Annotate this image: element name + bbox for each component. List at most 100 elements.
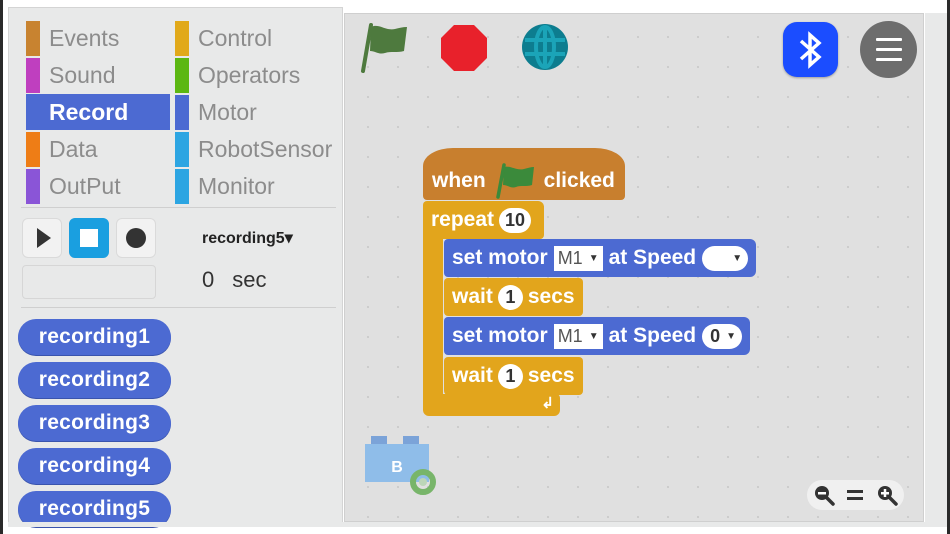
stop-sign-icon [441,25,487,71]
recording-name-input[interactable] [22,265,156,299]
block-palette: Events Sound Record Data OutPut Control … [8,7,343,527]
sprite-letter: B [391,459,403,476]
category-label: Monitor [198,172,275,199]
dropdown-arrow-icon: ▼ [726,330,737,342]
window-frame-left [0,0,3,534]
speed-label: at Speed [608,324,697,347]
unit-label: secs [527,285,575,308]
menu-bar [875,58,902,61]
category-monitor[interactable]: Monitor [175,168,275,204]
robot-sprite[interactable]: B [363,436,443,503]
record-button[interactable] [116,218,156,258]
set-motor-speed-block[interactable]: set motor M1 ▼ at Speed ▼ [444,239,757,277]
speed-value: 0 [710,325,721,346]
category-control[interactable]: Control [175,20,272,56]
wait-seconds-input[interactable]: 1 [497,363,523,389]
motor-value: M1 [557,325,583,346]
category-label: Motor [198,98,257,125]
category-label: OutPut [49,172,121,199]
block-label: set motor [452,324,548,347]
globe-button[interactable] [521,23,569,76]
wait-block[interactable]: wait 1 secs [444,357,583,395]
speed-dropdown[interactable]: ▼ [702,245,749,271]
repeat-label: repeat [431,208,495,231]
block-label: wait [452,285,493,308]
recording-block[interactable]: recording1 [18,319,171,355]
stop-button[interactable] [439,23,489,78]
script-canvas[interactable]: when clicked repeat 10 ↲ set motor M1 ▼ a… [344,13,924,522]
category-color-swatch [26,168,40,204]
when-flag-clicked-block[interactable]: when clicked [423,148,625,200]
motor-value: M1 [557,247,583,268]
dropdown-arrow-icon: ▼ [588,252,599,264]
motor-dropdown[interactable]: M1 ▼ [553,323,603,349]
category-label: Control [198,24,273,51]
green-flag-icon [495,163,534,199]
green-flag-button[interactable] [359,21,411,80]
category-color-swatch [26,57,40,93]
repeat-block-arm [423,238,443,396]
category-color-swatch [26,131,40,167]
category-events[interactable]: Events [26,20,119,56]
category-robotsensor[interactable]: RobotSensor [175,131,332,167]
right-margin [925,13,947,526]
category-data[interactable]: Data [26,131,98,167]
repeat-block-bottom: ↲ [423,394,560,416]
green-flag-icon [361,23,407,73]
hat-prefix: when [432,169,486,192]
recording-select[interactable]: recording5▾ [202,228,293,248]
category-label: Sound [49,61,116,88]
bluetooth-button[interactable] [783,22,838,77]
stop-button[interactable] [69,218,109,258]
category-color-swatch [175,57,189,93]
repeat-count-input[interactable]: 10 [499,207,532,233]
category-output[interactable]: OutPut [26,168,121,204]
hat-suffix: clicked [543,169,615,192]
globe-icon [522,24,568,70]
repeat-block[interactable]: repeat 10 [423,201,545,239]
category-sound[interactable]: Sound [26,57,116,93]
category-record[interactable]: Record [26,94,170,130]
recording-duration: 0 sec [202,267,267,293]
speed-dropdown[interactable]: 0 ▼ [702,323,743,349]
zoom-reset-button[interactable] [846,488,864,502]
recording-block[interactable]: recording2 [18,362,171,398]
block-label: wait [452,364,493,387]
recording-block[interactable]: recording4 [18,448,171,484]
hamburger-menu-icon [875,38,902,41]
category-color-swatch [26,94,40,130]
category-color-swatch [175,168,189,204]
zoom-controls [807,480,904,510]
menu-button[interactable] [860,21,917,78]
zoom-out-icon [814,486,835,506]
wait-block[interactable]: wait 1 secs [444,278,583,316]
motor-dropdown[interactable]: M1 ▼ [553,245,603,271]
category-color-swatch [175,94,189,130]
play-button[interactable] [22,218,62,258]
zoom-out-button[interactable] [813,484,835,506]
category-operators[interactable]: Operators [175,57,300,93]
stop-icon [80,229,98,247]
zoom-in-button[interactable] [876,484,898,506]
menu-bar [875,48,902,51]
unit-label: secs [527,364,575,387]
dropdown-arrow-icon: ▼ [588,330,599,342]
category-label: Record [49,98,129,125]
robot-brick-icon: B [365,436,436,495]
duration-unit: sec [232,267,267,292]
category-label: Events [49,24,120,51]
set-motor-speed-block[interactable]: set motor M1 ▼ at Speed 0 ▼ [444,317,751,355]
bottom-margin [8,522,947,527]
zoom-reset-icon [847,490,864,500]
wait-seconds-input[interactable]: 1 [497,284,523,310]
divider [21,307,336,308]
zoom-in-icon [878,486,898,506]
dropdown-arrow-icon: ▼ [732,252,743,264]
category-label: Operators [198,61,301,88]
category-motor[interactable]: Motor [175,94,257,130]
category-color-swatch [175,131,189,167]
recording-block[interactable]: recording3 [18,405,171,441]
recorder-controls [22,218,156,258]
bluetooth-icon [799,30,822,69]
record-icon [126,228,146,248]
